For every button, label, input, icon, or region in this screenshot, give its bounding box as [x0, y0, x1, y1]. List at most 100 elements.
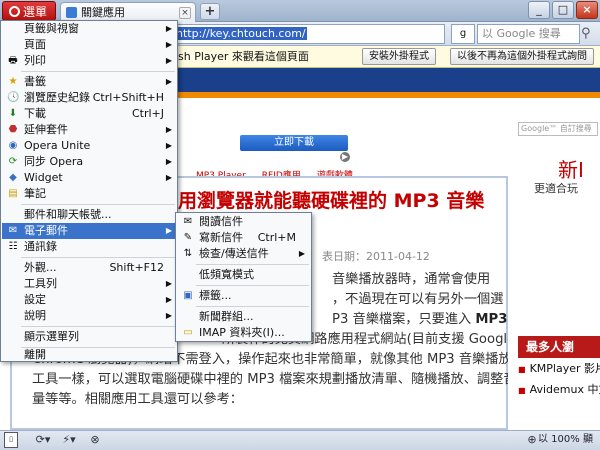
zoom-level[interactable]: 以 100% 顯示 — [538, 432, 600, 450]
contacts-icon: ☷ — [8, 241, 18, 252]
menu-item-label: 列印 — [24, 54, 46, 67]
install-plugin-button[interactable]: 安裝外掛程式 — [362, 48, 436, 65]
download-icon: ⬇ — [8, 108, 18, 119]
toolbars-icon — [7, 278, 19, 290]
turbo-icon[interactable]: ⊗ — [86, 432, 104, 448]
zoom-icon[interactable]: ⊕ — [526, 432, 538, 448]
menu-item-label: 頁面 — [24, 38, 46, 51]
menu-item-sync[interactable]: ⟳ 同步 Opera ▶ — [2, 154, 176, 170]
history-icon: 🕓 — [7, 92, 20, 103]
submenu-arrow-icon: ▶ — [165, 226, 172, 235]
new-tab-button[interactable]: + — [200, 3, 220, 20]
menu-separator — [21, 71, 175, 72]
sync-icon[interactable]: ⟳▾ — [34, 432, 52, 448]
popular-header: 最多人瀏 — [518, 336, 600, 358]
menu-item-email[interactable]: ✉ 電子郵件 ▶ — [2, 223, 176, 239]
email-submenu: ✉ 閱讀信件 ✎ 寫新信件 Ctrl+M ⇅ 檢查/傳送信件 ▶ 低頻寬模式 ▣ 標籤...… — [175, 212, 312, 342]
menu-button-label: 選單 — [23, 5, 48, 19]
page-icon — [7, 39, 19, 51]
submenu-arrow-icon: ▶ — [165, 157, 172, 166]
submenu-arrow-icon: ▶ — [165, 77, 172, 86]
menu-item-show-menu-bar[interactable]: 顯示選單列 — [2, 329, 176, 345]
menu-item-label: 書籤 — [24, 75, 46, 88]
submenu-item-labels[interactable]: ▣ 標籤... — [177, 288, 310, 304]
menu-item-appearance[interactable]: 外觀... Shift+F12 — [2, 260, 176, 276]
menu-item-print[interactable]: 🖶 列印 ▶ — [2, 53, 176, 69]
compose-icon: ✎ — [183, 232, 193, 243]
mail-icon: ✉ — [183, 216, 193, 227]
submenu-item-label: 寫新信件 — [199, 231, 243, 244]
list-item-label: Avidemux 中文版) — [529, 383, 600, 396]
search-engine-selector[interactable]: g — [451, 24, 475, 44]
submenu-item-newsgroups[interactable]: 新聞群組... — [177, 309, 310, 325]
favicon-icon — [66, 7, 77, 18]
menu-item-label: 通訊錄 — [24, 240, 57, 253]
google-custom-search-input[interactable]: Google™ 自訂搜尋 — [518, 122, 598, 136]
menubar-icon — [7, 331, 19, 343]
submenu-item-label: 低頻寬模式 — [199, 268, 254, 281]
panel-toggle-icon[interactable]: ▯ — [4, 432, 18, 448]
menu-item-label: 電子郵件 — [24, 224, 68, 237]
submenu-item-compose[interactable]: ✎ 寫新信件 Ctrl+M — [177, 230, 310, 246]
menu-item-shortcut: Ctrl+J — [131, 107, 164, 120]
menu-item-exit[interactable]: 離開 — [2, 347, 176, 363]
search-icon[interactable]: ⚲ — [581, 26, 591, 41]
article-line-bold: MP3 — [475, 312, 508, 327]
menu-item-settings[interactable]: 設定 ▶ — [2, 292, 176, 308]
ad-info-icon[interactable]: ▶ — [340, 152, 350, 162]
list-item[interactable]: ■KMPlayer 影片版) — [518, 362, 600, 377]
submenu-arrow-icon: ▶ — [165, 311, 172, 320]
tab-title: 關鍵應用 — [81, 6, 125, 19]
submenu-item-check-send[interactable]: ⇅ 檢查/傳送信件 ▶ — [177, 246, 310, 262]
close-window-button[interactable]: × — [576, 1, 598, 19]
maximize-button[interactable]: □ — [552, 1, 574, 19]
menu-item-contacts[interactable]: ☷ 通訊錄 — [2, 239, 176, 255]
article-line-text: P3 音樂檔案，只要進入 — [332, 312, 476, 327]
menu-item-label: 設定 — [24, 293, 46, 306]
ad-download-button[interactable]: 立即下載 — [240, 135, 348, 151]
printer-icon: 🖶 — [8, 55, 18, 66]
submenu-item-read-mail[interactable]: ✉ 閱讀信件 — [177, 214, 310, 230]
search-input[interactable]: 以 Google 搜尋 — [477, 24, 580, 44]
opera-menu-button[interactable]: 選單▼ — [2, 1, 56, 38]
menu-item-label: Opera Unite — [24, 139, 91, 152]
submenu-arrow-icon: ▶ — [298, 249, 305, 258]
menu-item-label: 同步 Opera — [24, 155, 84, 168]
menu-item-label: 顯示選單列 — [24, 330, 79, 343]
sync-icon: ⟳ — [8, 156, 18, 167]
settings-icon — [7, 294, 19, 306]
submenu-item-label: 檢查/傳送信件 — [199, 247, 269, 260]
unite-icon[interactable]: ⚡▾ — [60, 432, 78, 448]
bullet-icon: ■ — [518, 386, 526, 395]
menu-item-toolbars[interactable]: 工具列 ▶ — [2, 276, 176, 292]
menu-item-bookmarks[interactable]: ★ 書籤 ▶ — [2, 74, 176, 90]
minimize-button[interactable]: _ — [528, 1, 550, 19]
submenu-arrow-icon: ▶ — [165, 173, 172, 182]
menu-item-page[interactable]: 頁面 ▶ — [2, 37, 176, 53]
menu-item-opera-unite[interactable]: ◉ Opera Unite ▶ — [2, 138, 176, 154]
url-input[interactable]: http://key.chtouch.com/ — [168, 24, 445, 44]
menu-item-widget[interactable]: ◆ Widget ▶ — [2, 170, 176, 186]
article-line: 量等等。相關應用工具還可以參考： — [32, 392, 243, 407]
menu-separator — [21, 326, 175, 327]
extensions-icon: ⬣ — [8, 124, 18, 135]
article-title: 用瀏覽器就能聽硬碟裡的 MP3 音樂 — [178, 190, 485, 212]
tab-close-icon[interactable]: × — [179, 7, 191, 19]
menu-item-history[interactable]: 🕓 瀏覽歷史紀錄 Ctrl+Shift+H — [2, 90, 176, 106]
submenu-item-low-bandwidth[interactable]: 低頻寬模式 — [177, 267, 310, 283]
menu-item-mail-chat-accounts[interactable]: 郵件和聊天帳號... — [2, 207, 176, 223]
menu-item-help[interactable]: 說明 ▶ — [2, 308, 176, 324]
tabs-icon — [7, 23, 19, 35]
menu-item-label: 外觀... — [24, 261, 57, 274]
menu-item-notes[interactable]: ▤ 筆記 — [2, 186, 176, 202]
tab-active[interactable]: 關鍵應用 × — [60, 2, 196, 22]
bookmark-icon: ★ — [8, 76, 18, 87]
submenu-item-imap-folders[interactable]: ▭ IMAP 資料夾(I)... — [177, 325, 310, 341]
menu-item-extensions[interactable]: ⬣ 延伸套件 ▶ — [2, 122, 176, 138]
never-ask-button[interactable]: 以後不再為這個外掛程式詢問 — [450, 48, 594, 65]
list-item[interactable]: ■Avidemux 中文版) — [518, 383, 600, 398]
menu-item-tabs-windows[interactable]: 頁籤與視窗 ▶ — [2, 21, 176, 37]
menu-item-downloads[interactable]: ⬇ 下載 Ctrl+J — [2, 106, 176, 122]
right-sidebar: Google™ 自訂搜尋 新I 更適合玩 最多人瀏 ■KMPlayer 影片版)… — [514, 118, 600, 430]
opera-logo-icon — [9, 6, 20, 17]
